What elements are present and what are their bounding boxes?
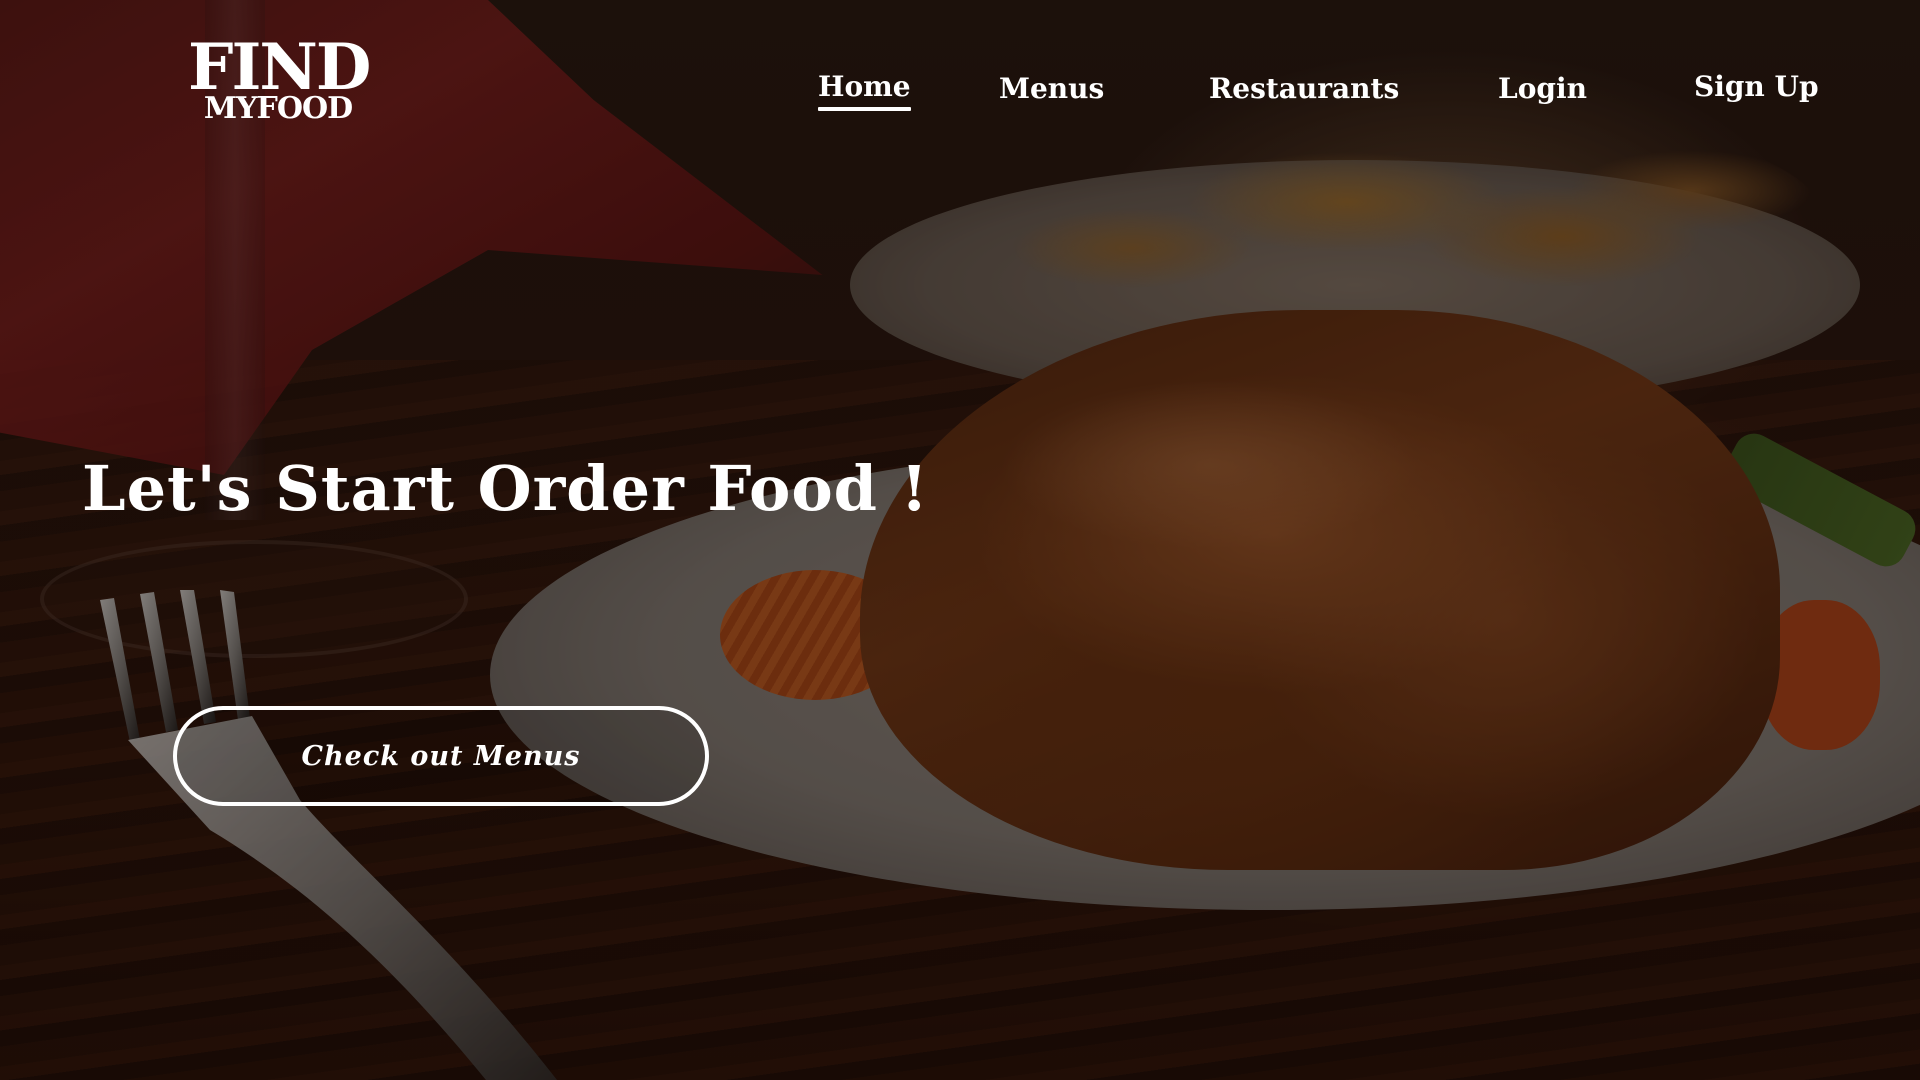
hero-headline: Let's Start Order Food !: [82, 452, 929, 525]
dark-overlay: [0, 0, 1920, 1080]
nav-item-restaurants[interactable]: Restaurants: [1209, 72, 1399, 105]
nav-item-login[interactable]: Login: [1498, 72, 1587, 105]
nav-item-sign-up[interactable]: Sign Up: [1694, 70, 1819, 103]
hero-background: [0, 0, 1920, 1080]
main-nav: Home Menus Restaurants Login Sign Up: [0, 70, 1920, 120]
check-out-menus-button[interactable]: Check out Menus: [173, 706, 709, 806]
nav-item-menus[interactable]: Menus: [999, 72, 1104, 105]
nav-item-home[interactable]: Home: [818, 70, 911, 111]
